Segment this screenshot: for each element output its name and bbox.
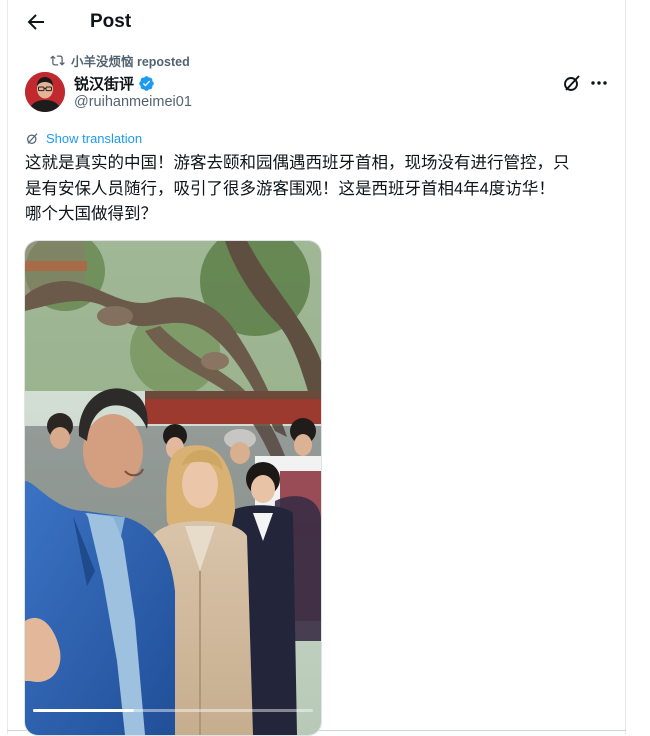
more-icon bbox=[591, 81, 607, 85]
translate-icon bbox=[26, 133, 38, 145]
frame-right-border bbox=[625, 0, 626, 734]
page-title: Post bbox=[90, 11, 132, 32]
post-text-line: 是有安保人员随行，吸引了很多游客围观！这是西班牙首相4年4度访华！ bbox=[25, 179, 555, 198]
post-text: 这就是真实的中国！游客去颐和园偶遇西班牙首相，现场没有进行管控，只 是有安保人员… bbox=[25, 151, 615, 228]
post-video[interactable] bbox=[24, 240, 322, 736]
avatar[interactable] bbox=[25, 72, 65, 112]
verified-icon bbox=[139, 76, 154, 91]
more-button[interactable] bbox=[589, 73, 609, 93]
show-translation-label: Show translation bbox=[46, 131, 143, 146]
back-arrow-icon bbox=[27, 14, 44, 30]
header: Post bbox=[8, 0, 625, 46]
repost-context[interactable]: 小羊没烦恼 reposted bbox=[50, 51, 190, 69]
post-text-line: 这就是真实的中国！游客去颐和园偶遇西班牙首相，现场没有进行管控，只 bbox=[25, 154, 570, 172]
author-name: 锐汉街评 bbox=[74, 76, 135, 93]
grok-icon bbox=[564, 75, 580, 91]
post-text-line: 哪个大国做得到？ bbox=[25, 205, 157, 223]
repost-label: 小羊没烦恼 reposted bbox=[71, 54, 190, 69]
grok-button[interactable] bbox=[562, 73, 582, 93]
repost-icon bbox=[50, 54, 65, 66]
author-handle[interactable]: @ruihanmeimei01 bbox=[74, 94, 192, 110]
show-translation-link[interactable]: Show translation bbox=[25, 131, 142, 146]
frame-left-border bbox=[7, 0, 8, 734]
video-progress-fill bbox=[33, 709, 134, 712]
back-button[interactable] bbox=[24, 10, 48, 34]
author-name-row[interactable]: 锐汉街评 bbox=[74, 73, 155, 94]
